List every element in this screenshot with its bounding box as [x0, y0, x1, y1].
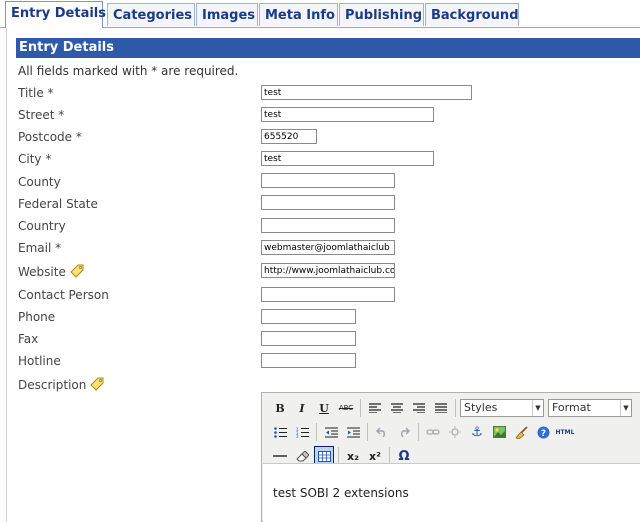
toolbar-separator: [455, 399, 456, 417]
title-input[interactable]: test: [261, 85, 472, 100]
tab-entry-details[interactable]: Entry Details: [5, 1, 106, 28]
unlink-icon[interactable]: [445, 422, 465, 442]
label-website-row: Website: [18, 264, 85, 281]
required-note: All fields marked with * are required.: [18, 64, 239, 78]
label-county: County: [18, 175, 61, 189]
federal-state-input[interactable]: [261, 195, 395, 210]
section-header: Entry Details: [16, 38, 640, 58]
phone-input[interactable]: [261, 309, 356, 324]
align-right-icon[interactable]: [409, 398, 429, 418]
help-tag-icon[interactable]: [89, 377, 105, 394]
tab-background[interactable]: Background: [425, 3, 519, 26]
label-phone: Phone: [18, 310, 56, 324]
label-description-row: Description: [18, 377, 105, 394]
country-input[interactable]: [261, 218, 395, 233]
chevron-down-icon: ▼: [532, 400, 543, 416]
undo-icon[interactable]: [372, 422, 392, 442]
redo-icon[interactable]: [394, 422, 414, 442]
street-input[interactable]: test: [261, 107, 434, 122]
indent-icon[interactable]: [343, 422, 363, 442]
label-country: Country: [18, 219, 66, 233]
svg-text:?: ?: [540, 429, 545, 439]
description-editor: B I U ABC Styles ▼ Format ▼ 123 ⚓ ? HTML: [261, 392, 640, 522]
label-website: Website: [18, 265, 66, 279]
tab-meta-info[interactable]: Meta Info: [259, 3, 338, 26]
tab-publishing[interactable]: Publishing: [339, 3, 424, 26]
italic-button[interactable]: I: [292, 398, 312, 418]
email-input[interactable]: webmaster@joomlathaiclub: [261, 240, 395, 255]
numbered-list-icon[interactable]: 123: [292, 422, 312, 442]
label-street: Street *: [18, 108, 65, 122]
help-tag-icon[interactable]: [69, 264, 85, 281]
bold-button[interactable]: B: [270, 398, 290, 418]
styles-select[interactable]: Styles ▼: [460, 399, 544, 417]
help-icon[interactable]: ?: [533, 422, 553, 442]
toolbar-separator: [360, 399, 361, 417]
label-hotline: Hotline: [18, 354, 61, 368]
anchor-icon[interactable]: ⚓: [467, 422, 487, 442]
underline-button[interactable]: U: [314, 398, 334, 418]
format-select[interactable]: Format ▼: [548, 399, 632, 417]
label-description: Description: [18, 378, 87, 392]
label-federal-state: Federal State: [18, 197, 98, 211]
fax-input[interactable]: [261, 331, 356, 346]
label-city: City *: [18, 152, 52, 166]
outdent-icon[interactable]: [321, 422, 341, 442]
cleanup-icon[interactable]: [511, 422, 531, 442]
label-contact-person: Contact Person: [18, 288, 109, 302]
html-source-button[interactable]: HTML: [555, 422, 575, 442]
label-postcode: Postcode *: [18, 130, 82, 144]
image-icon[interactable]: [489, 422, 509, 442]
label-title: Title *: [18, 86, 54, 100]
align-center-icon[interactable]: [387, 398, 407, 418]
tab-bar: Entry Details Categories Images Meta Inf…: [0, 0, 640, 28]
align-left-icon[interactable]: [365, 398, 385, 418]
link-icon[interactable]: [423, 422, 443, 442]
label-email: Email *: [18, 241, 62, 255]
tab-categories[interactable]: Categories: [107, 3, 195, 26]
toolbar-separator: [418, 423, 419, 441]
align-justify-icon[interactable]: [431, 398, 451, 418]
website-input[interactable]: http://www.joomlathaiclub.com: [261, 263, 395, 278]
svg-text:3: 3: [296, 434, 299, 438]
toolbar-separator: [367, 423, 368, 441]
label-fax: Fax: [18, 332, 39, 346]
contact-person-input[interactable]: [261, 287, 395, 302]
toolbar-separator: [316, 423, 317, 441]
strikethrough-button[interactable]: ABC: [336, 398, 356, 418]
editor-toolbar-row-1: B I U ABC Styles ▼ Format ▼: [270, 397, 636, 419]
editor-content-area[interactable]: test SOBI 2 extensions: [263, 463, 640, 522]
hotline-input[interactable]: [261, 353, 356, 368]
description-text: test SOBI 2 extensions: [273, 486, 409, 500]
chevron-down-icon: ▼: [620, 400, 631, 416]
tab-images[interactable]: Images: [196, 3, 258, 26]
styles-select-value: Styles: [464, 401, 498, 414]
postcode-input[interactable]: 655520: [261, 129, 317, 144]
city-input[interactable]: test: [261, 151, 434, 166]
format-select-value: Format: [552, 401, 591, 414]
bullet-list-icon[interactable]: [270, 422, 290, 442]
editor-toolbar-row-2: 123 ⚓ ? HTML: [270, 421, 577, 443]
county-input[interactable]: [261, 173, 395, 188]
